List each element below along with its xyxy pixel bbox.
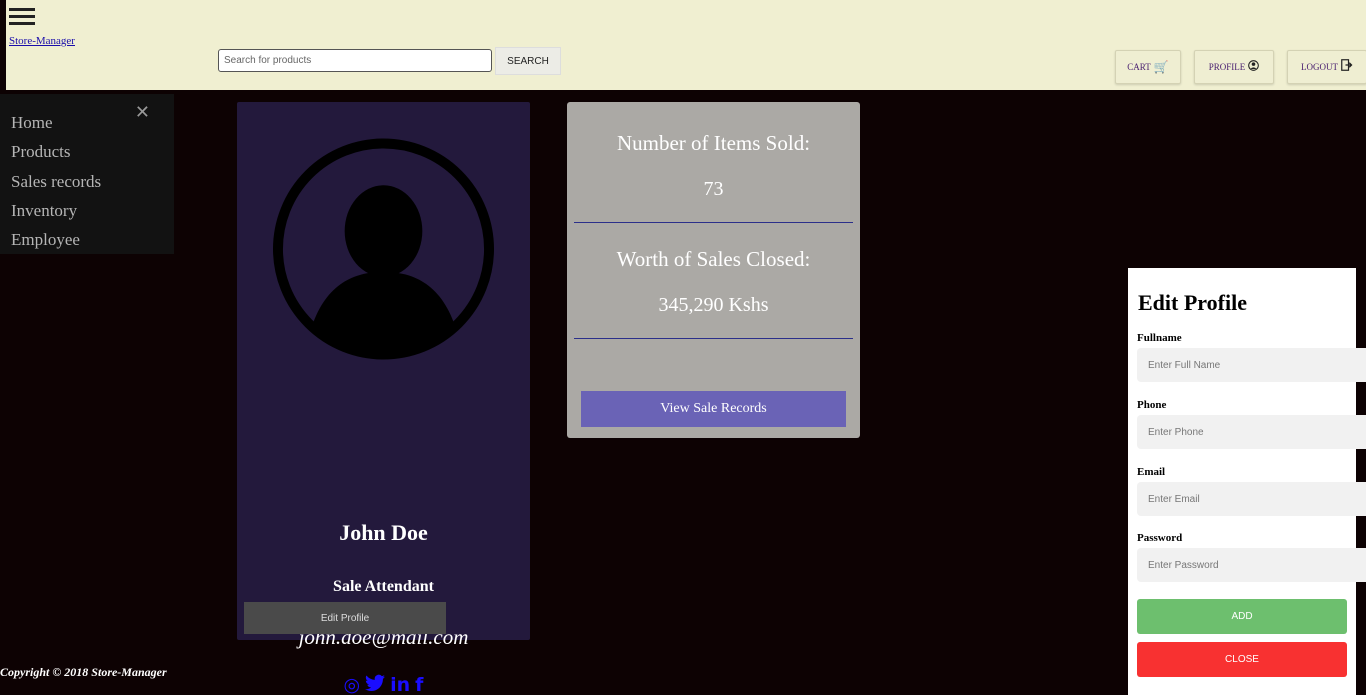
- phone-field[interactable]: [1137, 415, 1366, 449]
- email-label: Email: [1137, 466, 1166, 478]
- copyright-footer: Copyright © 2018 Store-Manager: [0, 665, 167, 679]
- profile-button[interactable]: PROFILE: [1194, 50, 1274, 84]
- edit-form-title: Edit Profile: [1138, 290, 1247, 315]
- items-sold-label: Number of Items Sold:: [616, 131, 811, 155]
- logout-label: LOGOUT: [1301, 62, 1338, 72]
- sidebar-item-sales-records[interactable]: Sales records: [11, 171, 174, 200]
- email-field[interactable]: [1137, 482, 1366, 516]
- hamburger-menu-icon[interactable]: [9, 8, 35, 28]
- stats-divider: [574, 338, 853, 339]
- sales-stats-card: Number of Items Sold: 73 Worth of Sales …: [567, 102, 860, 438]
- profile-name: John Doe: [339, 520, 428, 545]
- sales-worth-label: Worth of Sales Closed:: [616, 247, 811, 271]
- sidebar-item-employee[interactable]: Employee: [11, 229, 174, 258]
- social-links: ◎ in f: [237, 674, 530, 695]
- edit-profile-form: Edit Profile Fullname Phone Email Passwo…: [1128, 268, 1366, 695]
- avatar-icon: [272, 138, 495, 360]
- logout-button[interactable]: LOGOUT: [1287, 50, 1366, 84]
- profile-label: PROFILE: [1208, 62, 1246, 72]
- sign-out-icon: [1341, 59, 1353, 75]
- search-button[interactable]: SEARCH: [495, 47, 561, 75]
- close-button[interactable]: CLOSE: [1137, 642, 1347, 677]
- top-header: Store-Manager SEARCH CART 🛒 PROFILE LOGO…: [0, 0, 1366, 90]
- view-sale-records-button[interactable]: View Sale Records: [581, 391, 846, 427]
- profile-card: John Doe Sale Attendant john.doe@mail.co…: [237, 102, 530, 695]
- fullname-field[interactable]: [1137, 348, 1366, 382]
- cart-button[interactable]: CART 🛒: [1115, 50, 1181, 84]
- cart-label: CART: [1127, 62, 1151, 72]
- stats-divider: [574, 222, 853, 223]
- cart-icon: 🛒: [1153, 59, 1169, 74]
- sidebar-nav: ✕ Home Products Sales records Inventory …: [0, 94, 174, 254]
- add-button[interactable]: ADD: [1137, 599, 1347, 634]
- brand-link[interactable]: Store-Manager: [9, 35, 75, 47]
- edit-profile-button[interactable]: Edit Profile: [244, 602, 446, 634]
- search-input[interactable]: [218, 49, 492, 72]
- linkedin-icon[interactable]: in: [390, 674, 410, 695]
- sales-worth-value: 345,290 Kshs: [658, 294, 769, 316]
- sidebar-item-inventory[interactable]: Inventory: [11, 200, 174, 229]
- items-sold-value: 73: [703, 178, 724, 200]
- password-label: Password: [1137, 532, 1183, 544]
- facebook-icon[interactable]: f: [415, 674, 423, 695]
- close-icon[interactable]: ✕: [135, 102, 150, 123]
- fullname-label: Fullname: [1137, 332, 1182, 344]
- sidebar-item-products[interactable]: Products: [11, 141, 174, 170]
- user-circle-icon: [1248, 59, 1260, 75]
- phone-label: Phone: [1137, 399, 1167, 411]
- password-field[interactable]: [1137, 548, 1366, 582]
- dribbble-icon[interactable]: ◎: [344, 674, 361, 695]
- profile-role: Sale Attendant: [333, 578, 434, 595]
- twitter-icon[interactable]: [365, 674, 386, 695]
